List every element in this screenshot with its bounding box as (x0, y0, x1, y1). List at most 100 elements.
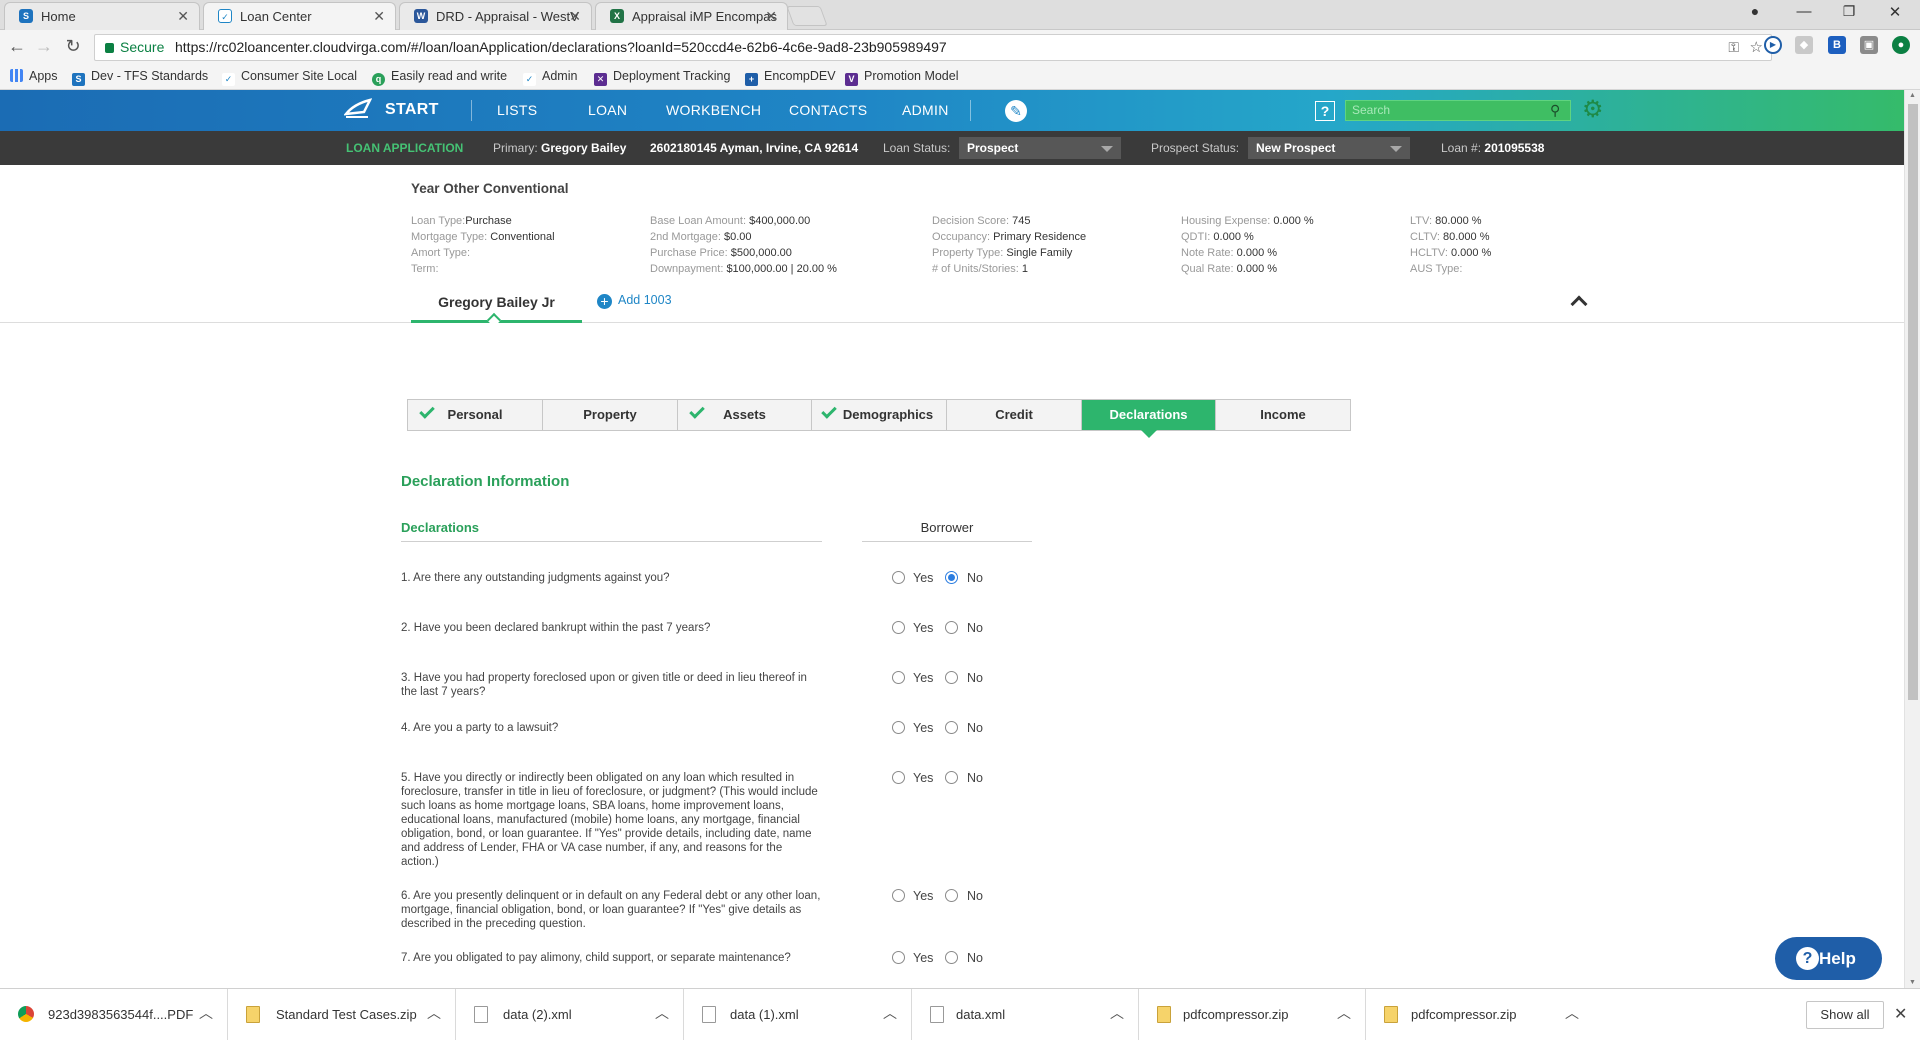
secure-indicator[interactable]: Secure (105, 35, 164, 60)
q5-yes-radio[interactable] (892, 771, 905, 784)
profile-icon[interactable]: ● (1740, 3, 1770, 19)
summary-label: Qual Rate: (1181, 263, 1234, 275)
download-item[interactable]: pdfcompressor.zip ︿ (1366, 989, 1593, 1040)
chevron-up-icon[interactable]: ︿ (655, 1003, 669, 1023)
q2-no-radio[interactable] (945, 621, 958, 634)
key-icon[interactable]: ⚿ (1728, 35, 1739, 60)
step-declarations[interactable]: Declarations (1082, 400, 1216, 438)
step-demographics[interactable]: Demographics (812, 400, 947, 430)
close-icon[interactable]: ✕ (177, 8, 189, 25)
forward-icon[interactable]: → (32, 36, 56, 57)
q3-yes-radio[interactable] (892, 671, 905, 684)
add-1003-button[interactable]: + Add 1003 (597, 293, 672, 309)
step-income[interactable]: Income (1216, 400, 1350, 430)
question-2: 2. Have you been declared bankrupt withi… (401, 622, 711, 634)
bookmark-easily-read[interactable]: q Easily read and write (372, 69, 507, 86)
loan-status-select[interactable]: Prospect (959, 137, 1121, 159)
attachment-icon[interactable]: ✎ (1005, 100, 1027, 122)
close-icon[interactable]: ✕ (373, 8, 385, 25)
download-item[interactable]: 923d3983563544f....PDF ︿ (0, 989, 228, 1040)
summary-value: Conventional (490, 231, 555, 243)
bookmark-consumer-site[interactable]: ✓ Consumer Site Local (222, 69, 357, 86)
step-personal[interactable]: Personal (408, 400, 543, 430)
scroll-up-icon[interactable]: ▲ (1909, 92, 1916, 99)
chevron-up-icon[interactable]: ︿ (1565, 1003, 1579, 1023)
q6-no-radio[interactable] (945, 889, 958, 902)
browser-tab-drd-appraisal[interactable]: W DRD - Appraisal - WestV ✕ (399, 2, 592, 30)
close-icon[interactable]: ✕ (569, 8, 581, 25)
q7-yes-radio[interactable] (892, 951, 905, 964)
window-close-icon[interactable]: ✕ (1880, 3, 1910, 21)
bookmark-encompdev[interactable]: + EncompDEV (745, 69, 836, 86)
scrollbar-thumb[interactable] (1908, 104, 1918, 700)
browser-tab-loan-center[interactable]: ✓ Loan Center ✕ (203, 2, 396, 31)
bookmark-dev-tfs[interactable]: S Dev - TFS Standards (72, 69, 208, 86)
close-icon[interactable]: ✕ (765, 8, 777, 25)
show-all-button[interactable]: Show all (1806, 1001, 1884, 1029)
q3-no-radio[interactable] (945, 671, 958, 684)
browser-tab-home[interactable]: S Home ✕ (4, 2, 200, 30)
yes-label: Yes (913, 571, 934, 585)
download-item[interactable]: data.xml ︿ (912, 989, 1139, 1040)
nav-workbench[interactable]: WORKBENCH (666, 102, 761, 118)
bookmark-deployment-tracking[interactable]: ✕ Deployment Tracking (594, 69, 730, 86)
chevron-up-icon[interactable]: ︿ (1110, 1003, 1124, 1023)
q7-no-radio[interactable] (945, 951, 958, 964)
chevron-up-icon[interactable]: ︿ (199, 1003, 213, 1023)
borrower-tab[interactable]: Gregory Bailey Jr (411, 293, 582, 328)
q5-no-radio[interactable] (945, 771, 958, 784)
download-item[interactable]: pdfcompressor.zip ︿ (1139, 989, 1366, 1040)
extension-shield-icon[interactable]: ◆ (1795, 36, 1813, 54)
collapse-chevron-up-icon[interactable] (1570, 295, 1588, 313)
nav-contacts[interactable]: CONTACTS (789, 102, 867, 118)
summary-label: Base Loan Amount: (650, 215, 747, 227)
q1-no-radio[interactable] (945, 571, 958, 584)
q6-yes-radio[interactable] (892, 889, 905, 902)
nav-start[interactable]: START (385, 101, 439, 119)
download-name: data (1).xml (730, 1007, 799, 1022)
search-icon[interactable]: ⚲ (1550, 102, 1560, 119)
new-tab-button[interactable] (786, 6, 828, 26)
chevron-up-icon[interactable]: ︿ (427, 1003, 441, 1023)
bookmark-apps[interactable]: Apps (10, 69, 58, 83)
gear-icon[interactable]: ⚙ (1582, 98, 1604, 122)
minimize-icon[interactable]: — (1789, 3, 1819, 20)
nav-loan[interactable]: LOAN (588, 102, 627, 118)
chevron-up-icon[interactable]: ︿ (883, 1003, 897, 1023)
nav-lists[interactable]: LISTS (497, 102, 537, 118)
url-input[interactable]: Secure https://rc02loancenter.cloudvirga… (94, 34, 1772, 61)
nav-admin[interactable]: ADMIN (902, 102, 949, 118)
download-item[interactable]: data (1).xml ︿ (684, 989, 912, 1040)
download-item[interactable]: Standard Test Cases.zip ︿ (228, 989, 456, 1040)
q4-no-radio[interactable] (945, 721, 958, 734)
extension-b-icon[interactable]: B (1828, 36, 1846, 54)
restore-icon[interactable]: ❐ (1834, 3, 1864, 20)
bookmark-admin[interactable]: ✓ Admin (523, 69, 577, 86)
step-assets[interactable]: Assets (678, 400, 812, 430)
close-downloads-icon[interactable]: ✕ (1894, 1004, 1907, 1024)
help-icon[interactable]: ? (1315, 101, 1335, 121)
prospect-status-select[interactable]: New Prospect (1248, 137, 1410, 159)
search-input[interactable]: Search (1345, 100, 1571, 121)
star-icon[interactable]: ☆ (1750, 35, 1763, 60)
back-icon[interactable]: ← (5, 36, 29, 57)
browser-tab-appraisal-imp[interactable]: X Appraisal iMP Encompas ✕ (595, 2, 788, 30)
step-property[interactable]: Property (543, 400, 678, 430)
extension-play-icon[interactable]: ▶ (1764, 36, 1782, 54)
step-credit[interactable]: Credit (947, 400, 1082, 430)
start-logo-icon[interactable] (343, 98, 373, 120)
chevron-up-icon[interactable]: ︿ (1337, 1003, 1351, 1023)
help-button[interactable]: ? Help (1775, 937, 1882, 980)
extension-box-icon[interactable]: ▣ (1860, 36, 1878, 54)
bookmark-promotion-model[interactable]: V Promotion Model (845, 69, 959, 86)
scroll-down-icon[interactable]: ▼ (1909, 979, 1916, 986)
summary-label: Property Type: (932, 247, 1004, 259)
extension-green-icon[interactable]: ● (1892, 36, 1910, 54)
q1-yes-radio[interactable] (892, 571, 905, 584)
page-scrollbar[interactable]: ▲ ▼ (1904, 90, 1920, 988)
download-item[interactable]: data (2).xml ︿ (456, 989, 684, 1040)
reload-icon[interactable]: ↻ (61, 36, 85, 57)
q2-yes-radio[interactable] (892, 621, 905, 634)
q4-yes-radio[interactable] (892, 721, 905, 734)
step-label: Income (1260, 407, 1306, 422)
